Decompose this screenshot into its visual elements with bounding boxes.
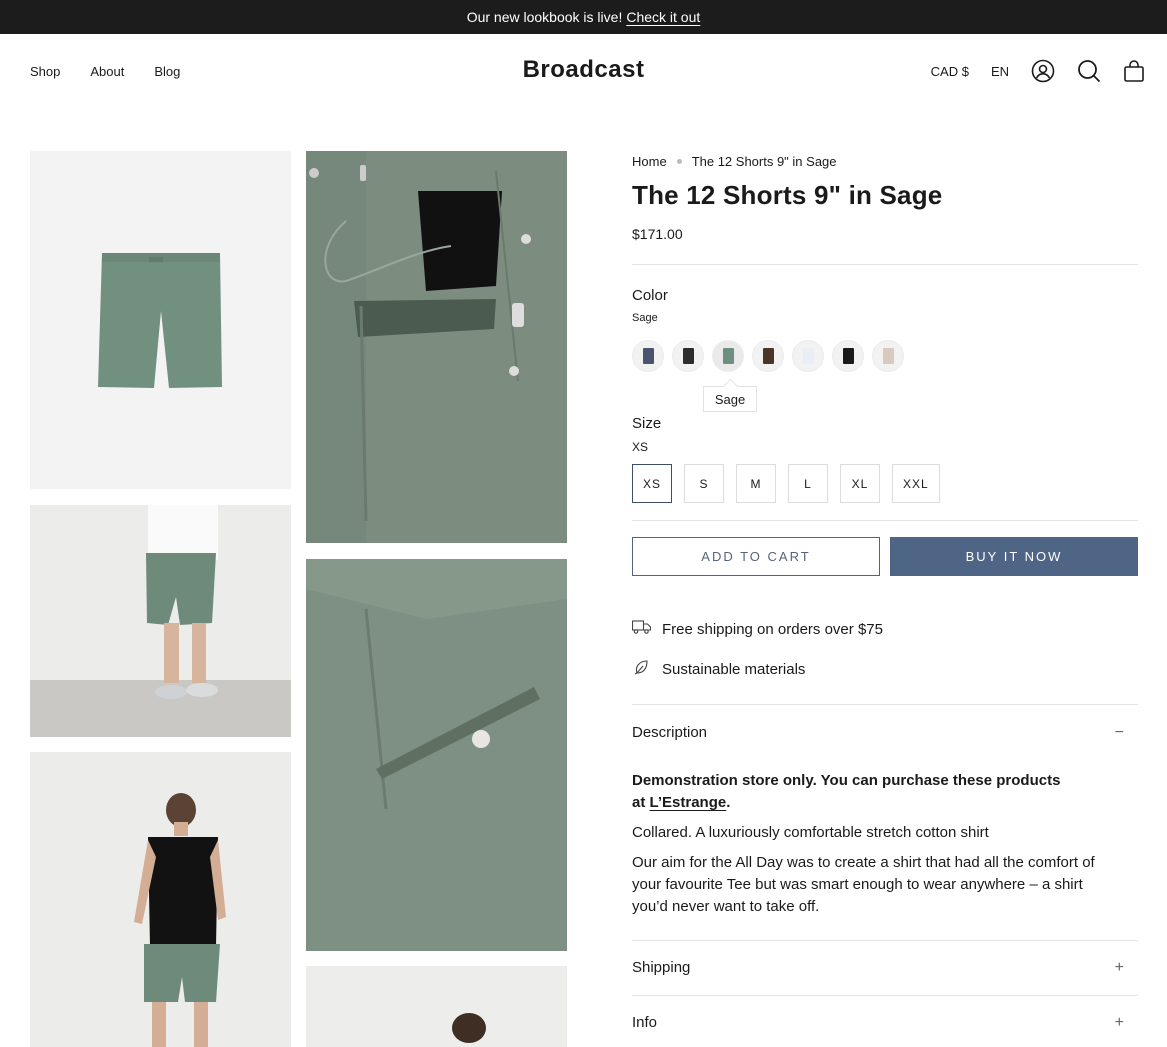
color-swatch[interactable] [752,340,784,372]
shipping-accordion-header[interactable]: Shipping + [632,959,1138,976]
account-icon[interactable] [1031,59,1055,83]
info-heading: Info [632,1014,658,1031]
perk-shipping: Free shipping on orders over $75 [631,620,883,638]
expand-icon[interactable]: + [1115,1014,1124,1032]
description-paragraph-line: you’d never want to take off. [632,898,820,915]
product-image-back[interactable] [30,752,291,1047]
perk-sustainable: Sustainable materials [632,659,805,679]
shipping-heading: Shipping [632,959,691,976]
color-swatch[interactable] [872,340,904,372]
breadcrumb: Home The 12 Shorts 9" in Sage [632,154,837,169]
info-accordion-header[interactable]: Info + [632,1014,1138,1031]
size-label: Size [632,415,662,432]
breadcrumb-current: The 12 Shorts 9" in Sage [691,154,837,169]
currency-selector[interactable]: CAD $ [931,64,969,79]
perk-shipping-text: Free shipping on orders over $75 [662,620,883,638]
leaf-icon [632,659,651,679]
product-image-pocket-detail[interactable] [306,559,567,951]
truck-icon [631,620,652,638]
swatch-thumbnail [762,348,774,364]
color-swatch[interactable] [712,340,744,372]
description-heading: Description [632,724,708,741]
divider [632,264,1138,265]
color-label: Color [632,287,668,304]
swatch-thumbnail [722,348,734,364]
size-option-s[interactable]: S [684,464,725,503]
size-options: XS S M L XL XXL [632,464,940,503]
demo-notice-at: at [632,794,646,811]
description-accordion-header[interactable]: Description − [632,724,1138,741]
swatch-thumbnail [882,348,894,364]
breadcrumb-separator [676,159,682,164]
color-swatch[interactable] [792,340,824,372]
product-image-waistband-detail[interactable] [306,151,567,543]
add-to-cart-button[interactable]: ADD TO CART [632,537,880,576]
product-title: The 12 Shorts 9" in Sage [632,180,943,210]
size-selected-value: XS [632,440,649,454]
product-image-flat[interactable] [30,151,291,489]
swatch-thumbnail [642,348,654,364]
perk-sustainable-text: Sustainable materials [662,660,806,678]
header-utilities: CAD $ EN [931,59,1145,83]
announcement-text: Our new lookbook is live! [466,9,623,25]
breadcrumb-home[interactable]: Home [632,154,667,169]
color-swatch[interactable] [832,340,864,372]
color-swatches [632,340,904,372]
swatch-thumbnail [682,348,694,364]
swatch-thumbnail [802,348,814,364]
size-option-xxl[interactable]: XXL [892,464,940,503]
divider [632,940,1138,941]
demo-notice-end: . [726,794,731,811]
color-swatch[interactable] [672,340,704,372]
description-paragraph-line: your favourite Tee but was smart enough … [632,876,1083,893]
demo-notice-line1: Demonstration store only. You can purcha… [632,772,1061,789]
product-image-model[interactable] [306,966,567,1047]
cart-icon[interactable] [1123,59,1145,83]
swatch-thumbnail [842,348,854,364]
product-image-side[interactable] [30,505,291,737]
lestrange-link[interactable]: L’Estrange [650,794,727,811]
divider [632,995,1138,996]
size-option-m[interactable]: M [736,464,777,503]
language-selector[interactable]: EN [991,64,1009,79]
color-selected-value: Sage [632,312,658,324]
description-line: Collared. A luxuriously comfortable stre… [632,824,989,841]
size-option-l[interactable]: L [788,464,829,503]
search-icon[interactable] [1077,59,1101,83]
color-swatch[interactable] [632,340,664,372]
site-header: Shop About Blog Broadcast CAD $ EN [0,34,1167,110]
size-option-xl[interactable]: XL [840,464,881,503]
color-tooltip: Sage [703,386,757,412]
announcement-bar: Our new lookbook is live! Check it out [0,0,1167,34]
description-body: Demonstration store only. You can purcha… [632,770,1138,918]
announcement-link[interactable]: Check it out [626,9,700,25]
size-option-xs[interactable]: XS [632,464,673,503]
expand-icon[interactable]: + [1115,959,1124,977]
divider [632,704,1138,705]
buy-now-button[interactable]: BUY IT NOW [890,537,1138,576]
product-price: $171.00 [632,226,683,242]
collapse-icon[interactable]: − [1115,724,1124,742]
demo-notice-line2: at L’Estrange. [632,792,1138,814]
description-paragraph-line: Our aim for the All Day was to create a … [632,854,1095,871]
divider [632,520,1138,521]
